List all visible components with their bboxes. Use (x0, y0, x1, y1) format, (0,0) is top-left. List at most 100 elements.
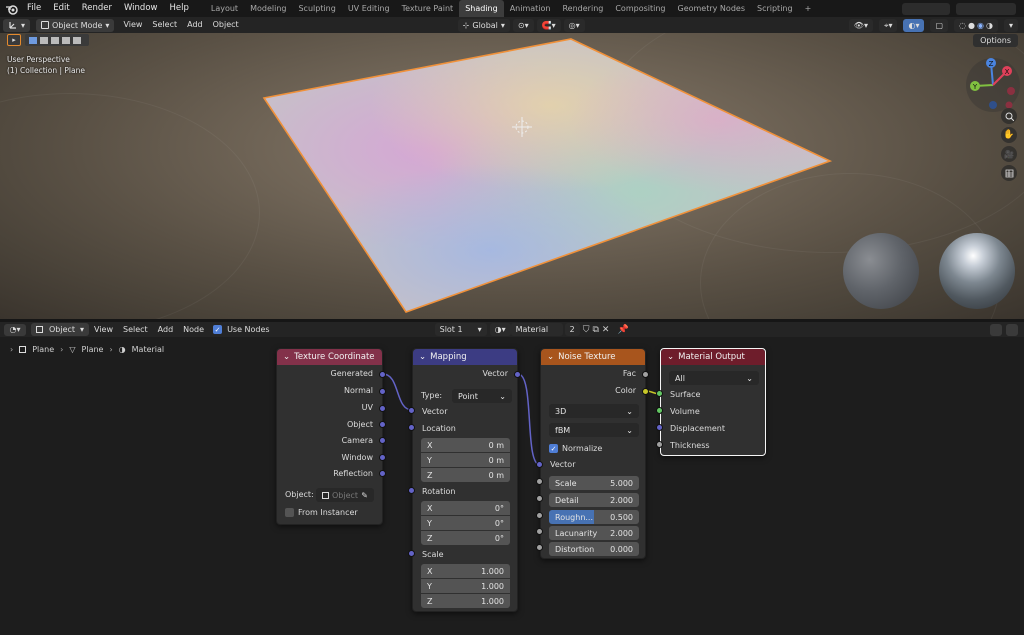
collapse-chevron-icon[interactable]: ⌄ (283, 352, 290, 362)
socket-surface[interactable] (656, 390, 663, 397)
distortion-value: 0.000 (610, 544, 633, 554)
lacunarity-value: 2.000 (610, 528, 633, 538)
object-icon (322, 491, 329, 499)
roughness-value: 0.500 (610, 512, 633, 522)
axis-label: X (427, 440, 433, 450)
scale-y-field[interactable]: Y 1.000 (421, 579, 510, 593)
mapping-type-dropdown[interactable]: Point ⌄ (452, 389, 512, 403)
socket-mapping-out-vector[interactable] (514, 371, 521, 378)
material-output-node[interactable]: ⌄ Material Output All ⌄ Surface Volume Di… (660, 348, 766, 456)
output-uv: UV (361, 403, 373, 412)
axis-label: Y (427, 518, 432, 528)
type-label: Type: (421, 391, 443, 400)
socket-scale[interactable] (536, 478, 543, 485)
socket-generated[interactable] (379, 371, 386, 378)
noise-texture-header[interactable]: ⌄ Noise Texture (541, 349, 645, 365)
location-x-field[interactable]: X 0 m (421, 438, 510, 452)
rotation-y-field[interactable]: Y 0° (421, 516, 510, 530)
collapse-chevron-icon[interactable]: ⌄ (419, 352, 426, 362)
from-instancer-row[interactable]: From Instancer (285, 508, 358, 517)
param-label: Distortion (555, 544, 595, 554)
chevron-down-icon: ⌄ (626, 425, 633, 435)
output-color: Color (615, 386, 636, 395)
render-target-value: All (675, 373, 685, 383)
chevron-down-icon: ⌄ (746, 373, 753, 383)
socket-fac[interactable] (642, 371, 649, 378)
output-generated: Generated (330, 369, 373, 378)
rotation-z-value: 0° (494, 533, 504, 543)
socket-detail[interactable] (536, 495, 543, 502)
mapping-node[interactable]: ⌄ Mapping Vector Type: Point ⌄ Vector Loc… (412, 348, 518, 612)
axis-label: Z (427, 470, 433, 480)
location-z-field[interactable]: Z 0 m (421, 468, 510, 482)
scale-y-value: 1.000 (481, 581, 504, 591)
param-label: Lacunarity (555, 528, 598, 538)
socket-location[interactable] (408, 424, 415, 431)
rotation-x-value: 0° (494, 503, 504, 513)
socket-volume[interactable] (656, 407, 663, 414)
socket-normal[interactable] (379, 388, 386, 395)
input-vector-label: Vector (422, 407, 448, 416)
socket-mapping-in-vector[interactable] (408, 407, 415, 414)
scale-z-value: 1.000 (481, 596, 504, 606)
from-instancer-label: From Instancer (298, 508, 358, 517)
scale-field[interactable]: Scale 5.000 (549, 476, 639, 490)
socket-scale[interactable] (408, 550, 415, 557)
socket-reflection[interactable] (379, 470, 386, 477)
param-label: Detail (555, 495, 579, 505)
scale-x-value: 1.000 (481, 566, 504, 576)
material-output-header[interactable]: ⌄ Material Output (661, 349, 765, 365)
lacunarity-field[interactable]: Lacunarity 2.000 (549, 526, 639, 540)
collapse-chevron-icon[interactable]: ⌄ (547, 352, 554, 362)
socket-camera[interactable] (379, 437, 386, 444)
noise-type-value: fBM (555, 425, 571, 435)
location-z-value: 0 m (488, 470, 504, 480)
scale-label: Scale (422, 550, 444, 559)
socket-roughness[interactable] (536, 512, 543, 519)
distortion-field[interactable]: Distortion 0.000 (549, 542, 639, 556)
noise-type-dropdown[interactable]: fBM ⌄ (549, 423, 639, 437)
socket-thickness[interactable] (656, 441, 663, 448)
texture-coordinate-node[interactable]: ⌄ Texture Coordinate Generated Normal UV… (276, 348, 383, 525)
normalize-row[interactable]: ✓ Normalize (549, 444, 602, 453)
socket-displacement[interactable] (656, 424, 663, 431)
socket-lacunarity[interactable] (536, 528, 543, 535)
texture-coordinate-header[interactable]: ⌄ Texture Coordinate (277, 349, 382, 365)
param-label: Roughn... (555, 512, 594, 522)
axis-label: X (427, 566, 433, 576)
socket-distortion[interactable] (536, 544, 543, 551)
param-label: Scale (555, 478, 577, 488)
roughness-field[interactable]: Roughn... 0.500 (549, 510, 639, 524)
socket-window[interactable] (379, 454, 386, 461)
collapse-chevron-icon[interactable]: ⌄ (667, 352, 674, 362)
output-camera: Camera (341, 436, 373, 445)
socket-noise-vector[interactable] (536, 461, 543, 468)
socket-color[interactable] (642, 388, 649, 395)
dimensions-dropdown[interactable]: 3D ⌄ (549, 404, 639, 418)
input-thickness: Thickness (670, 441, 710, 450)
socket-object[interactable] (379, 421, 386, 428)
rotation-z-field[interactable]: Z 0° (421, 531, 510, 545)
chevron-down-icon: ⌄ (499, 391, 506, 401)
input-surface: Surface (670, 390, 701, 399)
location-x-value: 0 m (488, 440, 504, 450)
object-picker-field[interactable]: Object ✎ (316, 488, 374, 502)
rotation-x-field[interactable]: X 0° (421, 501, 510, 515)
scale-x-field[interactable]: X 1.000 (421, 564, 510, 578)
location-y-field[interactable]: Y 0 m (421, 453, 510, 467)
input-volume: Volume (670, 407, 700, 416)
noise-texture-node[interactable]: ⌄ Noise Texture Fac Color 3D ⌄ fBM ⌄ ✓ Nor… (540, 348, 646, 559)
detail-field[interactable]: Detail 2.000 (549, 493, 639, 507)
socket-uv[interactable] (379, 405, 386, 412)
rotation-y-value: 0° (494, 518, 504, 528)
mapping-type-value: Point (458, 391, 478, 401)
from-instancer-checkbox[interactable] (285, 508, 294, 517)
eyedropper-icon[interactable]: ✎ (361, 491, 368, 500)
socket-rotation[interactable] (408, 487, 415, 494)
mapping-header[interactable]: ⌄ Mapping (413, 349, 517, 365)
render-target-dropdown[interactable]: All ⌄ (669, 371, 759, 385)
chevron-down-icon: ⌄ (626, 406, 633, 416)
scale-z-field[interactable]: Z 1.000 (421, 594, 510, 608)
normalize-checkbox[interactable]: ✓ (549, 444, 558, 453)
output-reflection: Reflection (333, 469, 373, 478)
